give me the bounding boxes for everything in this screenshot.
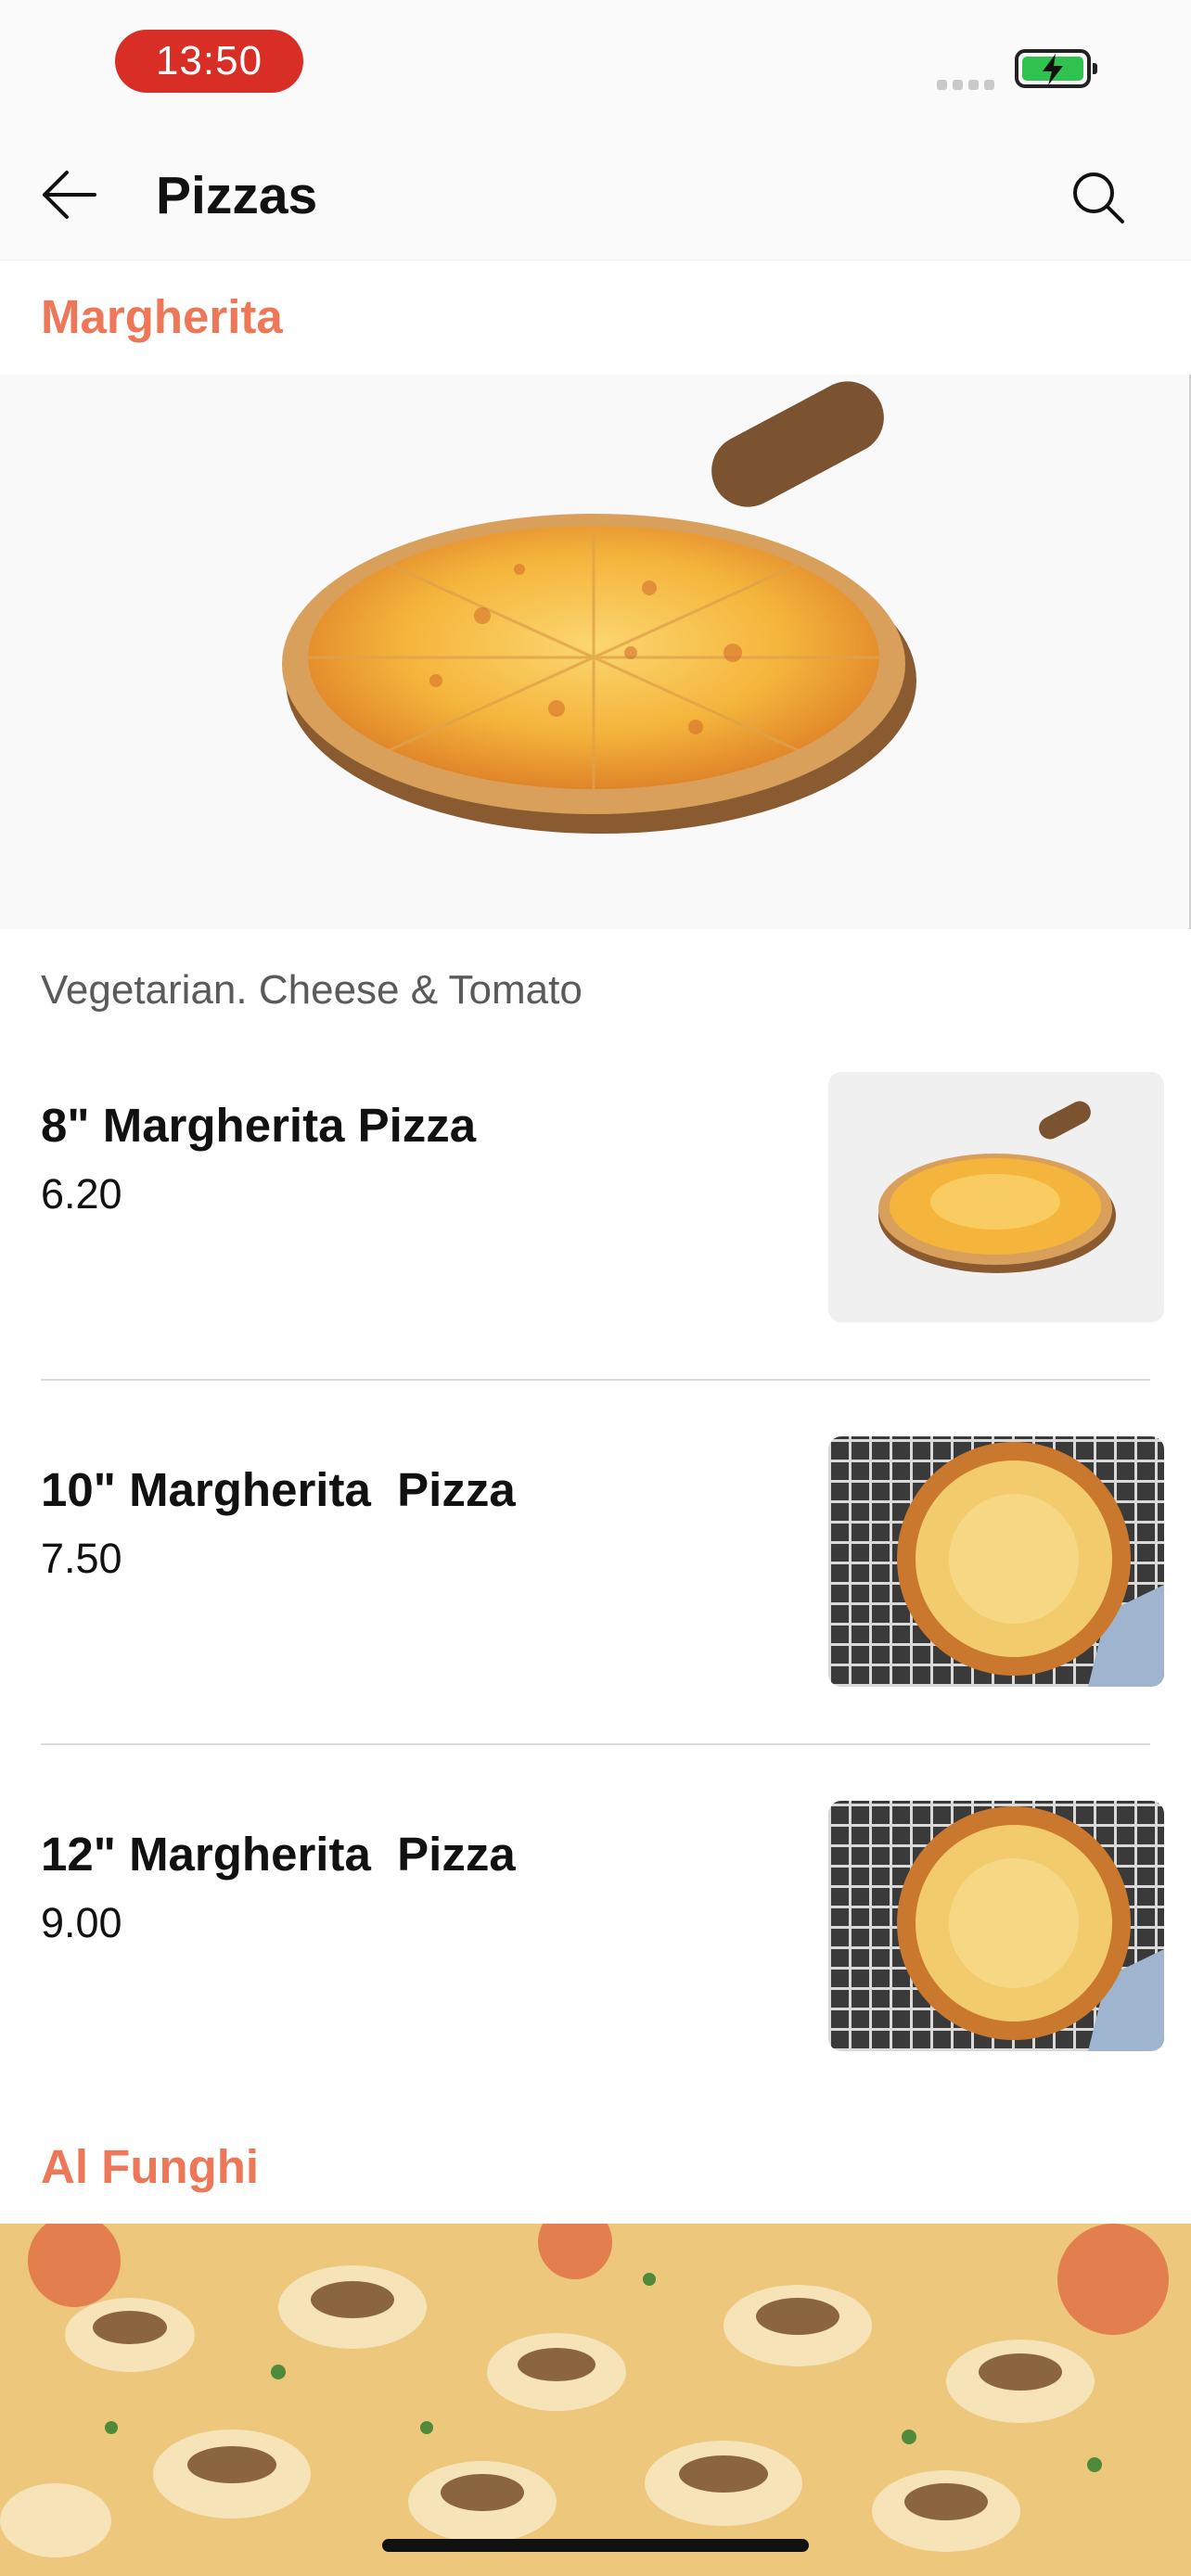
item-name: 12" Margherita Pizza [41,1828,516,1881]
menu-item[interactable]: 8" Margherita Pizza 6.20 [0,1072,1191,1332]
menu-item[interactable]: 12" Margherita Pizza 9.00 [0,1801,1191,2060]
page-title: Pizzas [156,166,318,225]
item-name: 10" Margherita Pizza [41,1463,516,1516]
item-price: 9.00 [41,1899,122,1946]
category-heading-margherita: Margherita [41,290,283,343]
item-divider [41,1743,1150,1745]
back-button[interactable] [33,162,108,227]
menu-item[interactable]: 10" Margherita Pizza 7.50 [0,1436,1191,1696]
battery-charging-icon [1015,49,1097,88]
item-price: 6.20 [41,1170,122,1218]
item-price: 7.50 [41,1535,122,1582]
nav-bar: Pizzas [0,125,1191,261]
item-name: 8" Margherita Pizza [41,1099,477,1152]
category-hero-image [0,375,1191,929]
category-description: Vegetarian. Cheese & Tomato [41,967,583,1013]
home-indicator[interactable] [382,2539,809,2552]
arrow-left-icon [43,171,96,219]
category-heading-al-funghi: Al Funghi [41,2140,260,2193]
item-thumbnail [828,1436,1164,1687]
item-thumbnail [828,1801,1164,2051]
status-time: 13:50 [115,30,303,93]
cellular-signal-icon [937,78,1000,95]
status-bar: 13:50 [0,0,1191,125]
search-button[interactable] [1065,164,1132,231]
search-icon [1073,172,1124,223]
item-thumbnail [828,1072,1164,1322]
category-hero-image [0,2224,1191,2576]
item-divider [41,1379,1150,1381]
